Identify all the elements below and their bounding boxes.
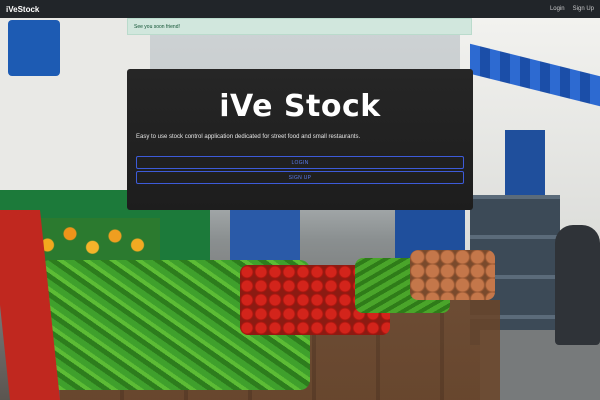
hero-card: iVe Stock Easy to use stock control appl… <box>127 69 473 210</box>
person <box>555 225 600 345</box>
signup-button[interactable]: SIGN UP <box>136 171 464 184</box>
plant-pot <box>8 20 60 76</box>
brand-logo[interactable]: iVeStock <box>6 5 39 14</box>
nav-signup-link[interactable]: Sign Up <box>573 6 594 12</box>
login-button[interactable]: LOGIN <box>136 156 464 169</box>
success-alert: See you soon friend! <box>127 18 472 35</box>
nav-links: Login Sign Up <box>550 6 594 12</box>
navbar: iVeStock Login Sign Up <box>0 0 600 18</box>
hero-title: iVe Stock <box>219 89 381 124</box>
hero-subtitle: Easy to use stock control application de… <box>136 134 361 140</box>
potatoes <box>410 250 495 300</box>
nav-login-link[interactable]: Login <box>550 6 565 12</box>
alert-message: See you soon friend! <box>134 23 180 30</box>
